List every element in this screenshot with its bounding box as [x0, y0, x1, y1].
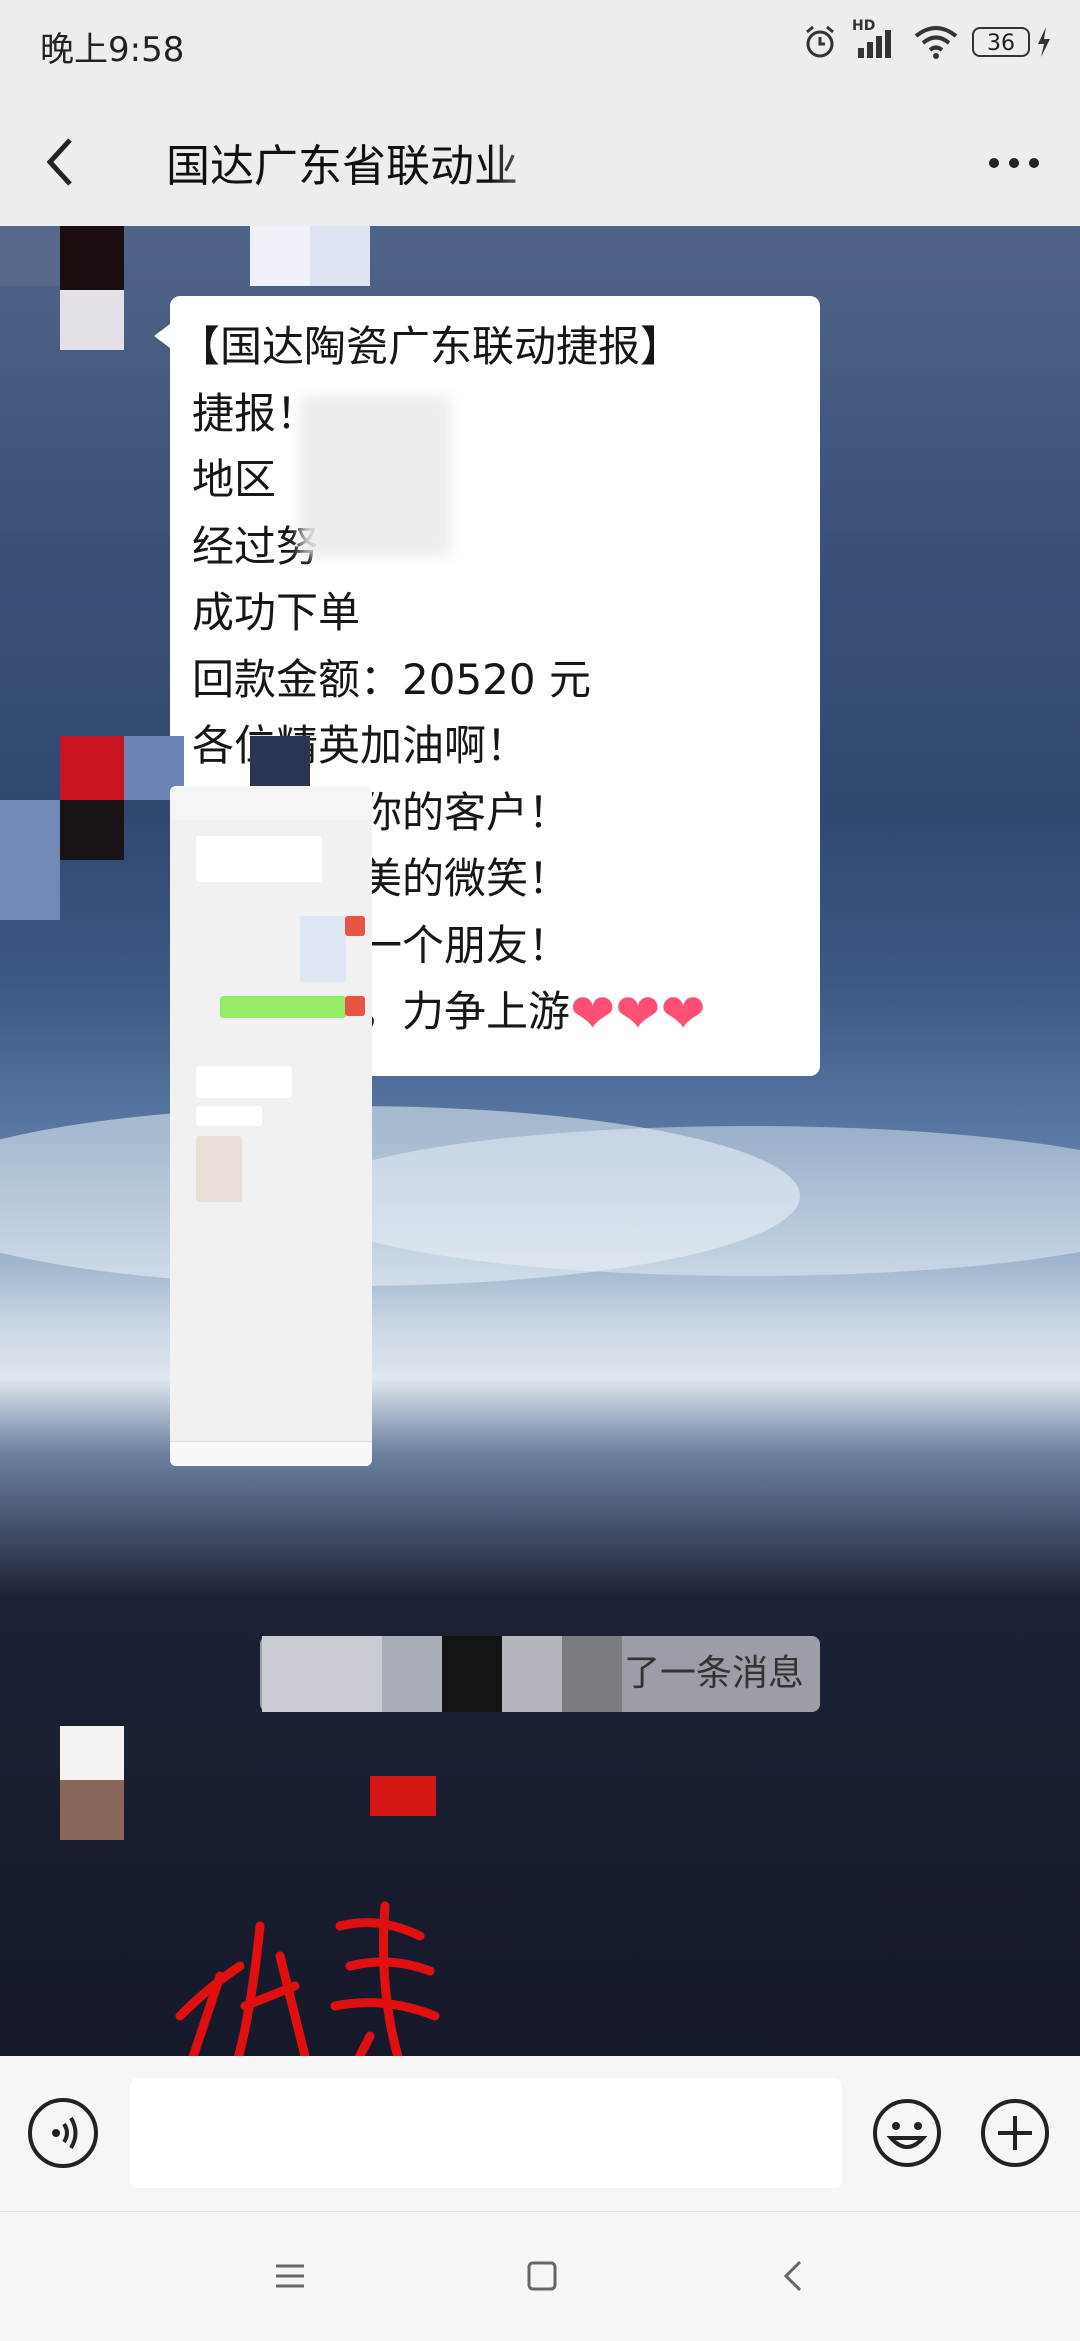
battery-icon: 36 — [972, 27, 1052, 57]
wifi-icon — [914, 26, 958, 59]
battery-level: 36 — [972, 27, 1030, 57]
back-chevron-icon — [783, 2260, 802, 2292]
home-square-icon — [527, 2261, 557, 2291]
nav-back-button[interactable] — [774, 2256, 814, 2296]
nav-home-button[interactable] — [522, 2256, 562, 2296]
plus-icon — [981, 2099, 1049, 2167]
thumb-header — [170, 786, 372, 820]
menu-icon — [276, 2264, 304, 2288]
message-line: 【国达陶瓷广东联动捷报】 — [178, 322, 683, 371]
back-button[interactable] — [36, 126, 96, 196]
thumb-text — [196, 1106, 262, 1126]
system-notice-text: 了一条消息 — [623, 1653, 804, 1694]
charging-icon — [1038, 27, 1050, 57]
more-button[interactable] — [984, 138, 1044, 188]
emoji-icon — [873, 2099, 941, 2167]
message-line: 地区 — [192, 455, 277, 504]
thumb-input — [170, 1441, 372, 1466]
chat-area[interactable]: 【国达陶瓷广东联动捷报】 捷报！ 地区 经过努 成功下单 回款金额：20520 … — [0, 226, 1080, 2056]
system-nav-bar — [0, 2211, 1080, 2341]
back-arrow-icon — [46, 138, 72, 186]
signal-icon: HD — [852, 18, 900, 60]
input-bar — [0, 2056, 1080, 2211]
message-line: 捷报！ — [192, 388, 319, 438]
status-icons: HD 36 — [802, 18, 1052, 60]
chat-header: 国达广东省联动业 — [0, 98, 1080, 226]
thumb-image — [300, 916, 346, 982]
thumb-image — [196, 1136, 242, 1202]
thumb-file-card — [196, 836, 322, 882]
thumb-green-bubble — [220, 996, 346, 1018]
redaction-blur — [300, 396, 450, 556]
message-line: 成功下单 — [192, 588, 361, 637]
message-line: 经过努 — [192, 521, 319, 571]
alarm-icon — [806, 25, 834, 58]
plus-button[interactable] — [980, 2098, 1050, 2168]
thumb-text — [196, 1066, 292, 1098]
more-dots-icon — [989, 158, 1039, 168]
image-message[interactable] — [170, 786, 372, 1466]
title-fade — [490, 118, 580, 208]
heart-emoji: ❤❤❤ — [570, 982, 706, 1045]
status-time: 晚上9:58 — [40, 30, 185, 70]
nav-menu-button[interactable] — [270, 2256, 310, 2296]
emoji-button[interactable] — [872, 2098, 942, 2168]
status-bar: 晚上9:58 HD 36 — [0, 0, 1080, 98]
thumb-red-icon — [345, 996, 365, 1016]
voice-icon — [52, 2116, 78, 2150]
calligraphy-sticker[interactable] — [170, 1866, 450, 2056]
message-input[interactable] — [130, 2078, 842, 2188]
message-line: 回款金额：20520 元 — [192, 654, 591, 704]
redaction-mosaic — [262, 1636, 642, 1712]
voice-button[interactable] — [28, 2098, 98, 2168]
thumb-red-icon — [345, 916, 365, 936]
